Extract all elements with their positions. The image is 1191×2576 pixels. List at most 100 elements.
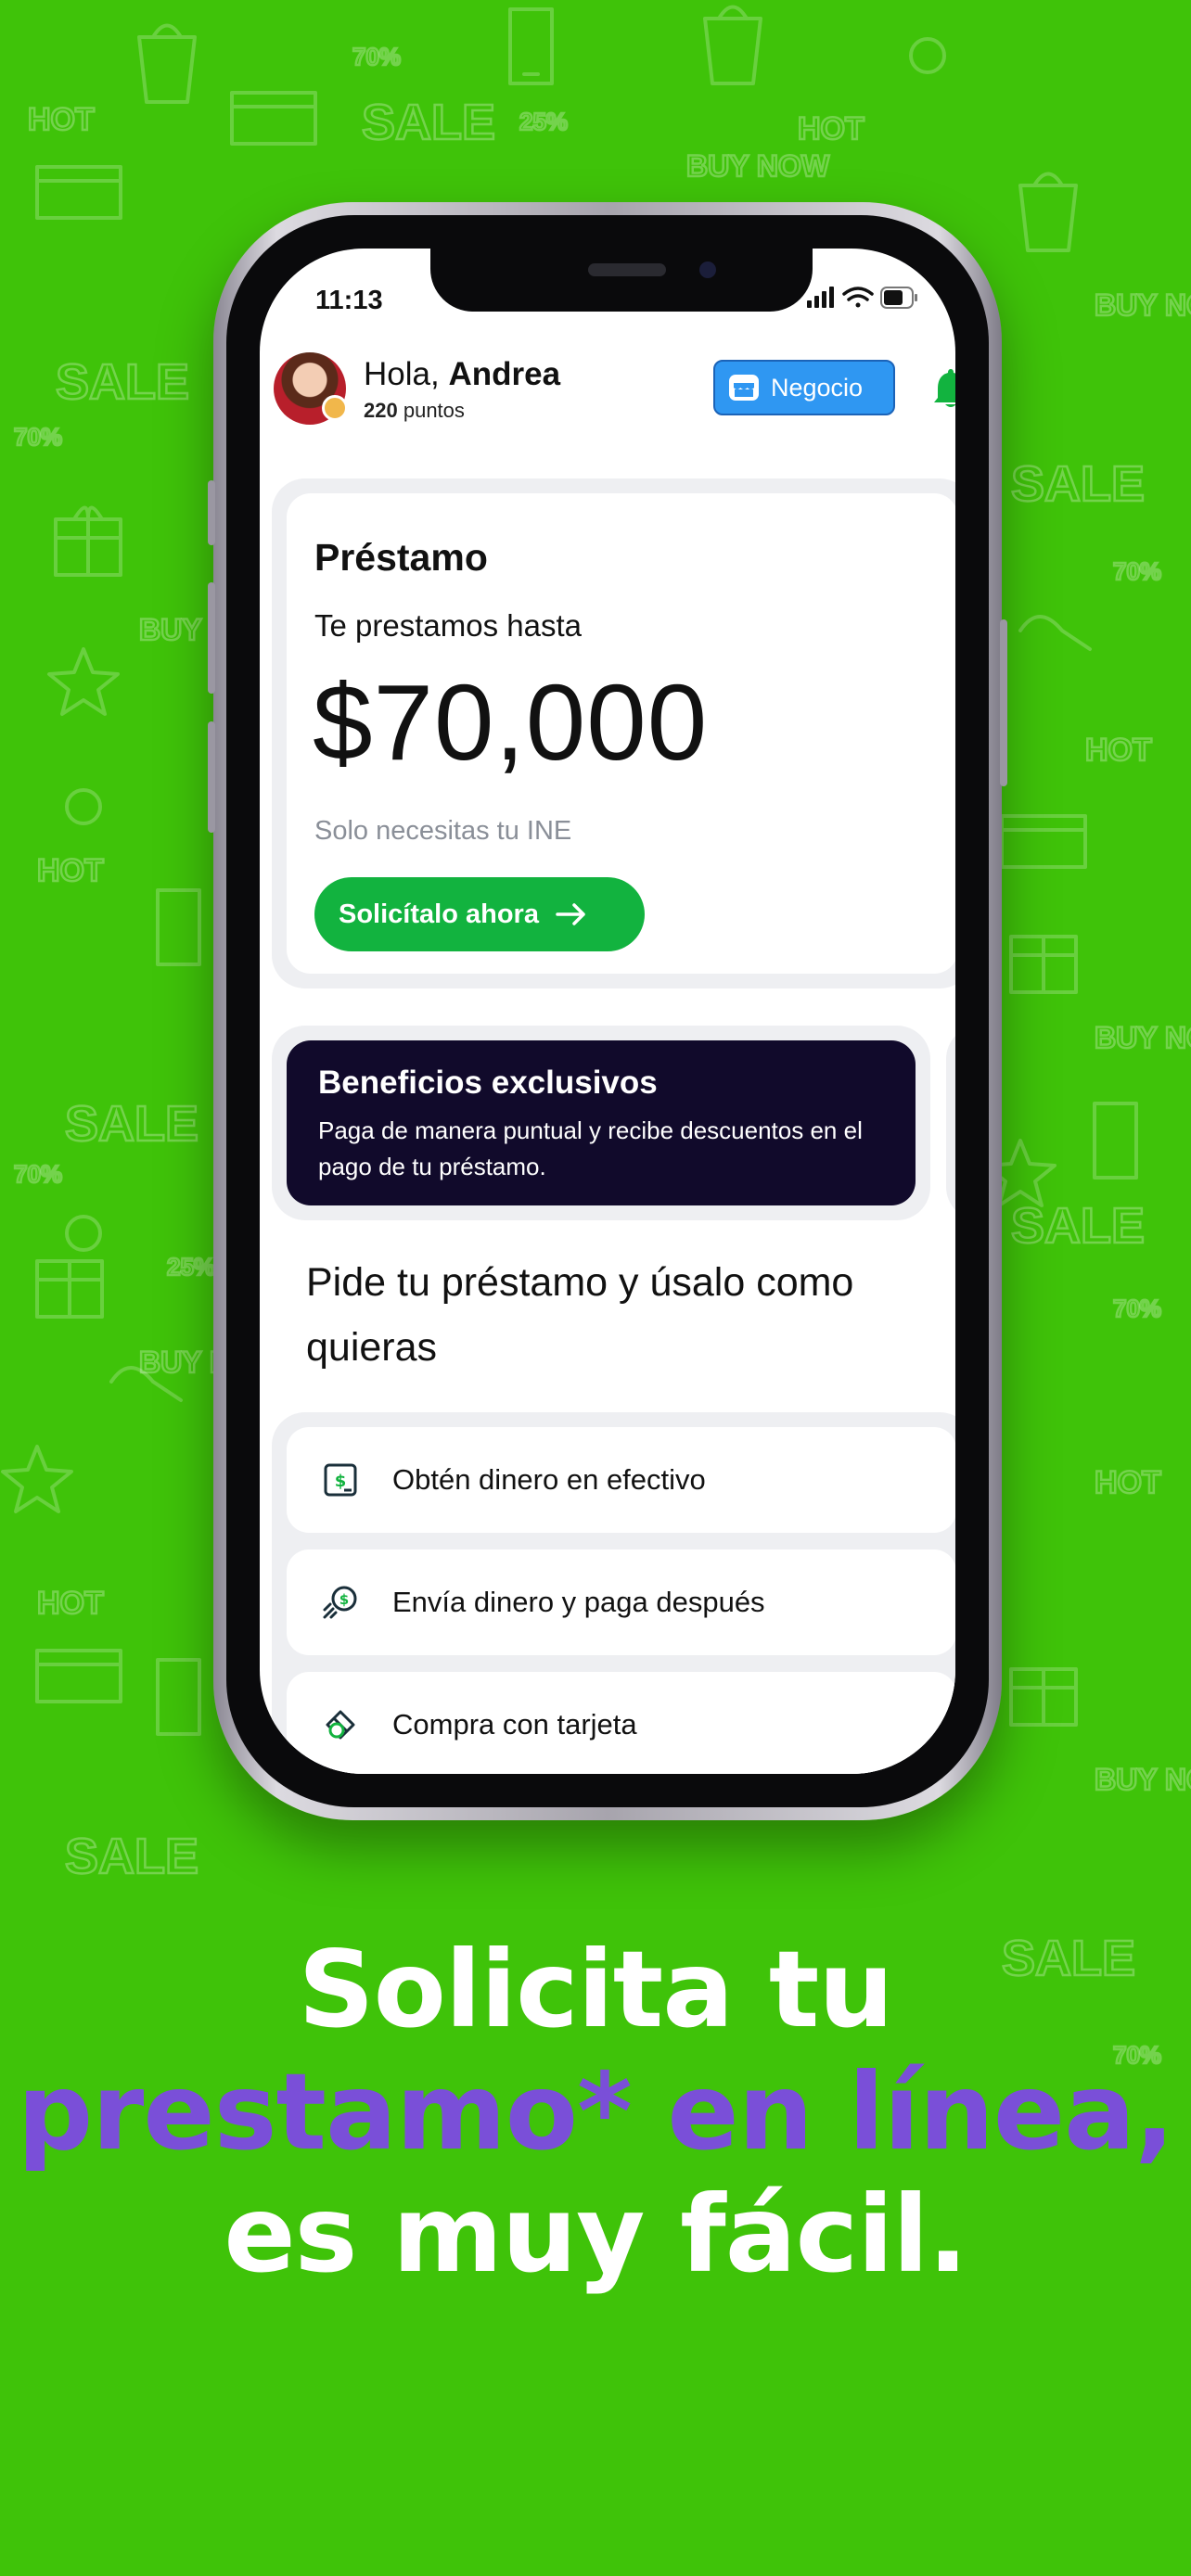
wifi-icon [842,287,874,308]
benefits-card-container: Beneficios exclusivos Paga de manera pun… [272,1026,930,1220]
doodle-sale: SALE [362,95,495,150]
promo-headline: Solicita tu prestamo* en línea, es muy f… [0,1929,1191,2296]
gift-icon [54,505,122,577]
doodle-buy-now: BUY NOW [1095,288,1191,322]
doodle-sale: SALE [65,1829,198,1884]
doodle-percent: 25% [167,1253,215,1281]
loan-subtitle: Te prestamos hasta [314,608,582,643]
points-summary[interactable]: 220 puntos [364,399,465,423]
headline-line-1: Solicita tu [298,1928,894,2051]
app-header: Hola, Andrea 220 puntos Negocio [274,352,955,427]
status-icons [807,287,917,309]
option-card-purchase[interactable]: Compra con tarjeta [287,1672,955,1774]
credit-card-icon [35,165,122,220]
doodle-hot: HOT [37,853,104,888]
option-label: Obtén dinero en efectivo [392,1463,706,1496]
loan-title: Préstamo [314,536,488,579]
phone-icon [1093,1102,1138,1180]
shopping-bag-icon [703,5,762,85]
request-loan-label: Solicítalo ahora [339,899,539,929]
ring-icon [909,37,946,74]
front-camera [699,261,716,278]
user-name: Andrea [448,356,561,392]
loan-card-container: Préstamo Te prestamos hasta $70,000 Solo… [272,478,955,988]
headline-line-2: prestamo* en línea, [17,2050,1175,2174]
points-label: puntos [403,399,465,422]
battery-icon [880,287,917,309]
store-icon [729,375,759,401]
phone-bezel: 11:13 Hola, Andrea 220 puntos Negocio Pr… [226,215,989,1807]
loan-note: Solo necesitas tu INE [314,816,572,846]
option-send-money[interactable]: $ Envía dinero y paga después [287,1549,955,1655]
phone-icon [508,7,554,85]
loan-amount: $70,000 [313,662,709,783]
doodle-hot: HOT [1095,1465,1161,1500]
option-cash[interactable]: $ Obtén dinero en efectivo [287,1427,955,1533]
star-icon [47,647,120,716]
options-list: $ Obtén dinero en efectivo $ Envía diner… [272,1412,955,1774]
doodle-sale: SALE [1011,1198,1145,1254]
doodle-hot: HOT [37,1586,104,1621]
greeting-prefix: Hola, [364,356,440,392]
level-badge-icon [322,395,348,421]
gift-icon [35,1259,104,1319]
headline-line-3: es muy fácil. [224,2173,967,2296]
doodle-buy-now: BUY NOW [1095,1763,1191,1796]
doodle-sale: SALE [56,354,189,410]
doodle-hot: HOT [1085,733,1152,768]
bell-icon[interactable] [932,367,955,408]
send-money-icon: $ [323,1586,357,1619]
shopping-bag-icon [1018,172,1078,252]
request-loan-button[interactable]: Solicítalo ahora [314,877,645,951]
svg-text:$: $ [335,1472,347,1491]
option-label: Envía dinero y paga después [392,1586,765,1618]
cash-icon: $ [324,1463,357,1497]
phone-silent-switch [208,480,215,545]
option-label: Compra con tarjeta [392,1708,637,1741]
next-carousel-card[interactable] [946,1026,955,1220]
benefits-text: Paga de manera puntual y recibe descuent… [318,1116,863,1180]
doodle-percent: 25% [519,108,568,135]
card-icon [326,1710,355,1740]
speaker-grille [588,263,666,276]
gift-icon [1009,1667,1078,1727]
negocio-label: Negocio [771,373,864,402]
high-heel-icon [1018,615,1092,651]
gift-icon [1009,935,1078,994]
star-icon [1,1445,73,1513]
phone-screen: 11:13 Hola, Andrea 220 puntos Negocio Pr… [260,249,955,1774]
credit-card-icon [35,1649,122,1703]
doodle-hot: HOT [798,111,864,147]
status-time: 11:13 [315,286,383,315]
credit-card-icon [1000,814,1087,869]
shopping-bag-icon [137,23,197,104]
loan-card[interactable]: Préstamo Te prestamos hasta $70,000 Solo… [287,493,955,974]
avatar[interactable] [274,352,348,425]
ring-icon [65,788,102,825]
negocio-button[interactable]: Negocio [713,360,895,415]
phone-notch [430,249,813,312]
doodle-percent: 70% [14,423,62,451]
doodle-sale: SALE [1011,456,1145,512]
points-value: 220 [364,399,398,422]
signal-icon [807,287,834,308]
phone-icon [156,888,201,966]
doodle-percent: 70% [14,1160,62,1188]
doodle-buy-now: BUY NOW [1095,1021,1191,1054]
phone-mockup: 11:13 Hola, Andrea 220 puntos Negocio Pr… [208,202,1007,1820]
greeting: Hola, Andrea [364,356,560,393]
phone-volume-up [208,582,215,694]
svg-text:$: $ [339,1591,349,1608]
benefits-card[interactable]: Beneficios exclusivos Paga de manera pun… [287,1040,916,1205]
doodle-percent: 70% [1113,1294,1161,1322]
doodle-sale: SALE [65,1096,198,1152]
doodle-percent: 70% [1113,557,1161,585]
doodle-hot: HOT [28,102,95,137]
benefits-title: Beneficios exclusivos [318,1065,658,1101]
arrow-right-icon [556,903,585,925]
ring-icon [65,1215,102,1252]
phone-volume-down [208,721,215,833]
credit-card-icon [230,91,317,146]
doodle-percent: 70% [352,43,401,70]
doodle-buy-now: BUY NOW [686,149,830,183]
